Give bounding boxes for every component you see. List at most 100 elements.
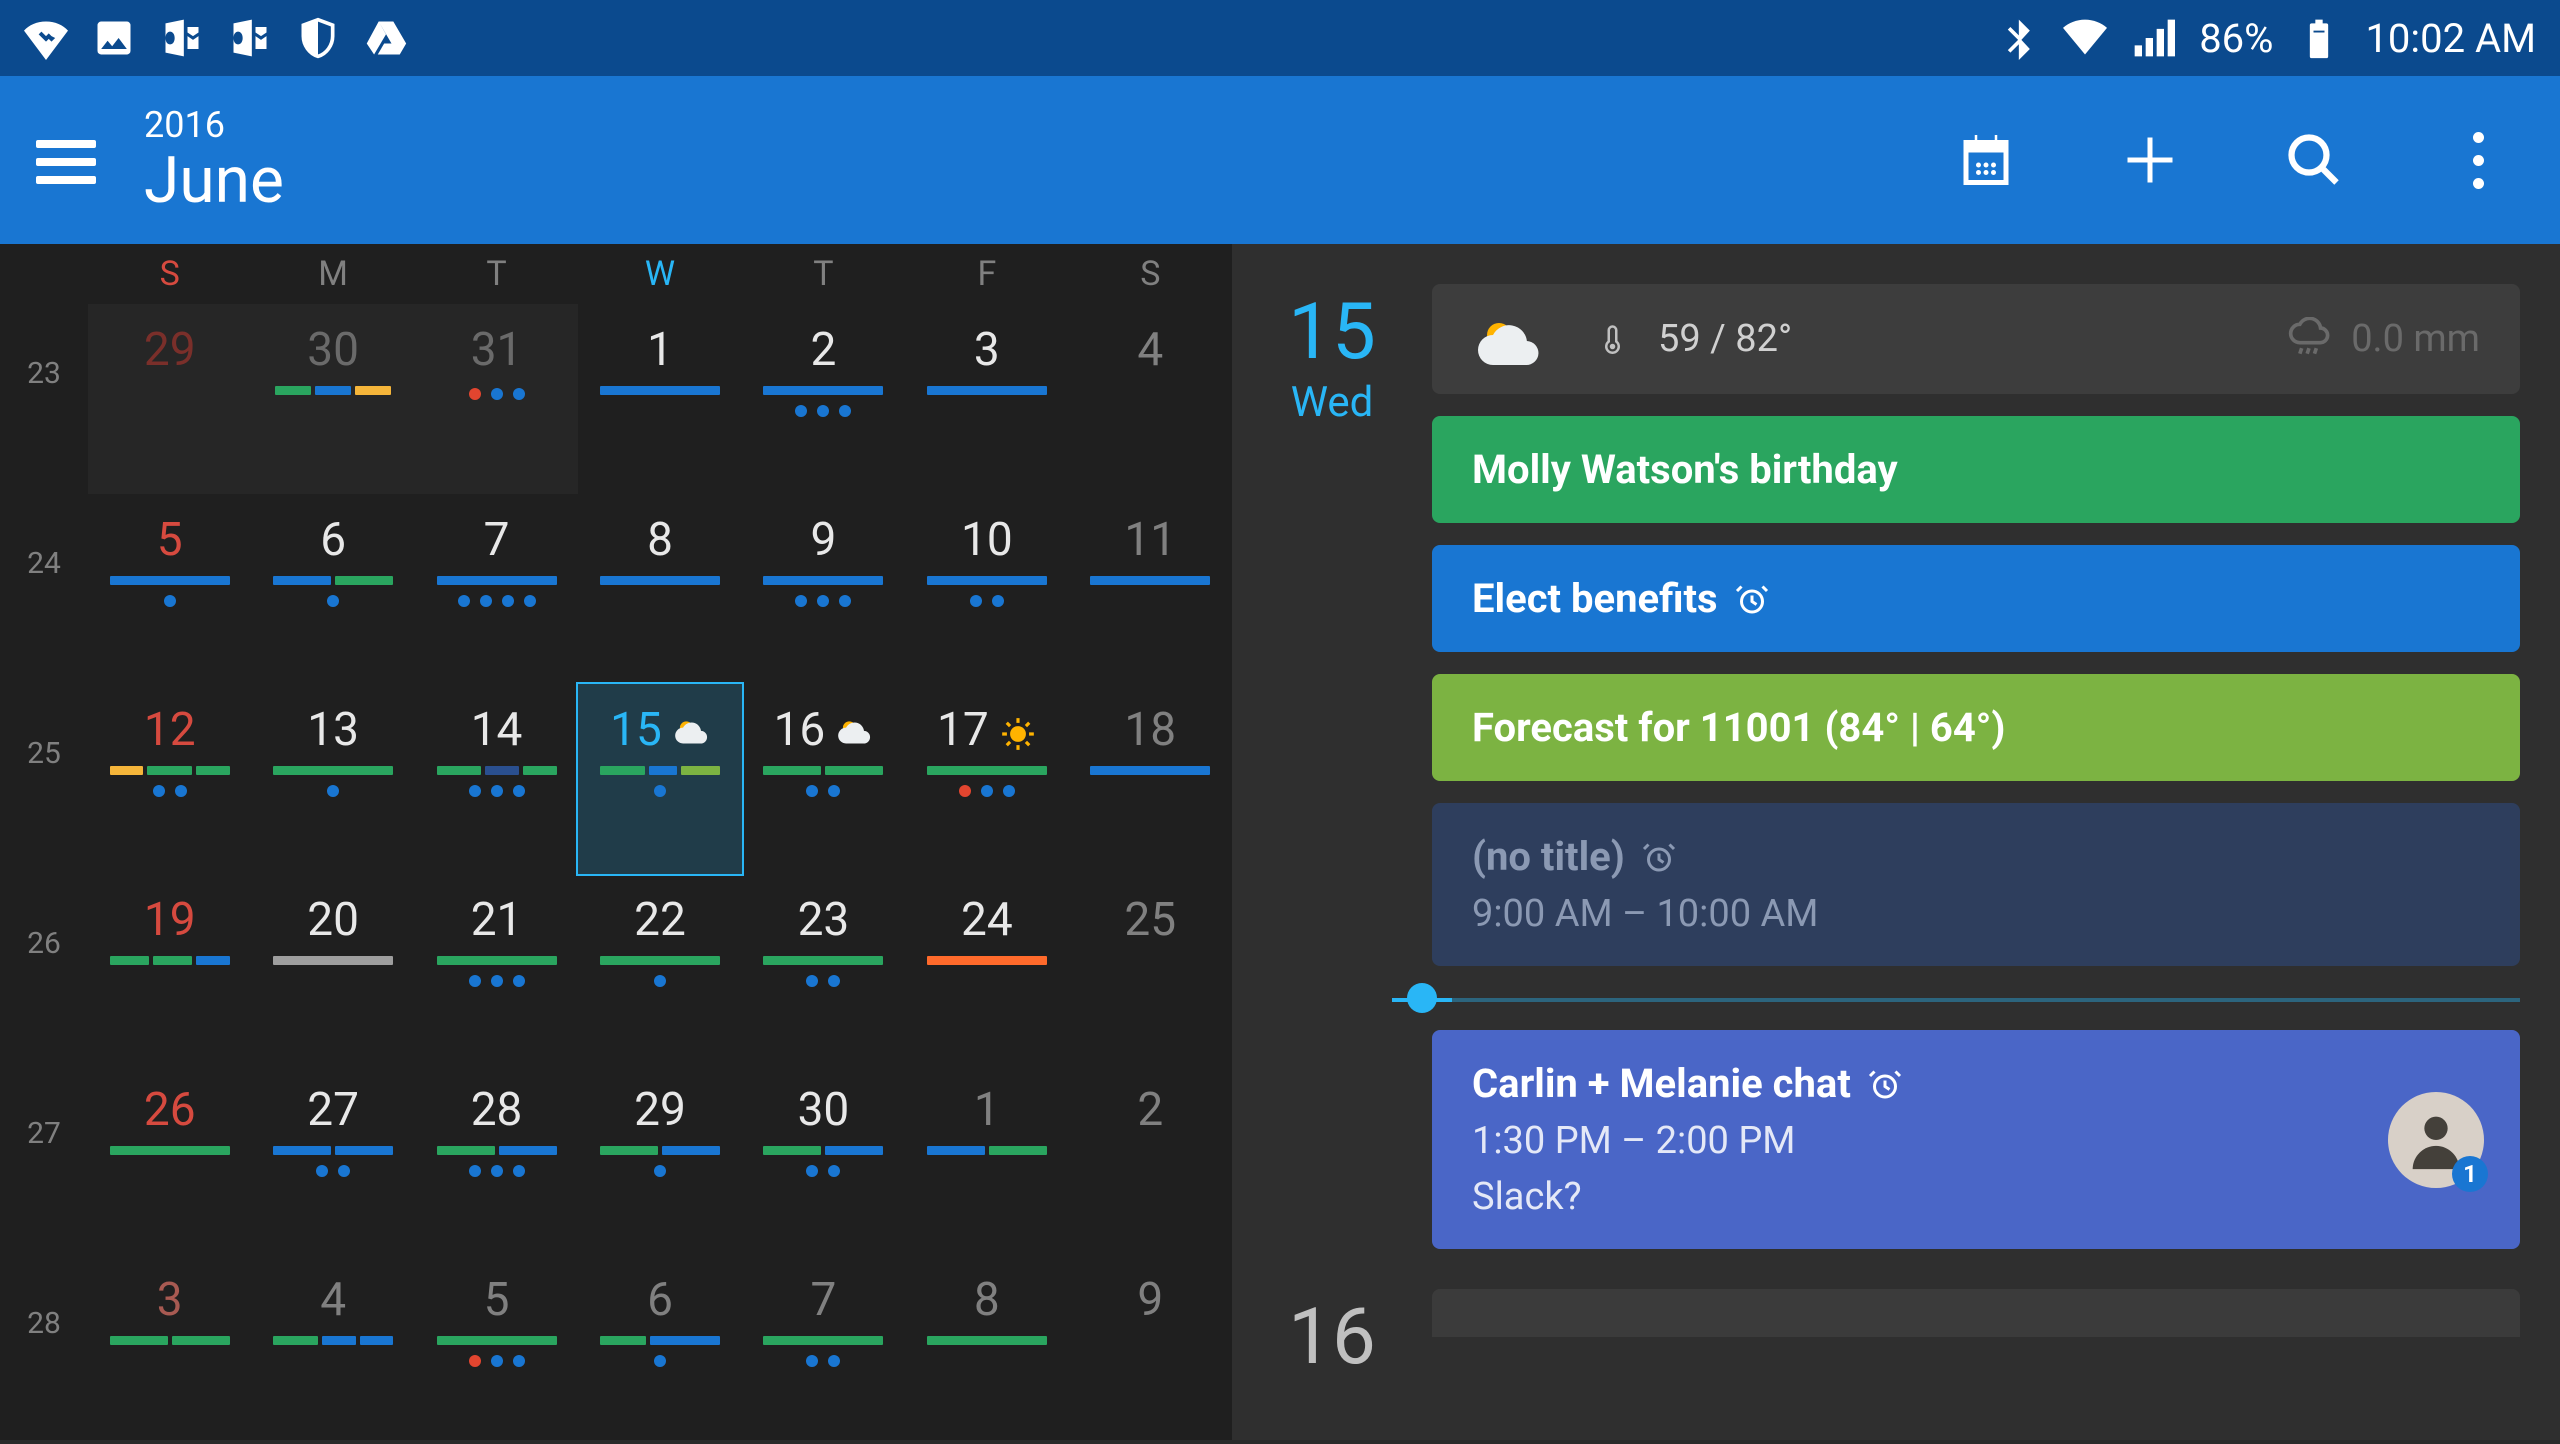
day-cell[interactable]: 19 xyxy=(88,874,251,1064)
day-cell[interactable]: 8 xyxy=(905,1254,1068,1444)
thermometer-icon xyxy=(1600,315,1630,363)
agenda-day-number: 15 xyxy=(1232,294,1432,372)
week-number: 24 xyxy=(0,494,88,684)
day-cell[interactable]: 6 xyxy=(251,494,414,684)
wifi-call-icon xyxy=(24,16,68,60)
title-block[interactable]: 2016 June xyxy=(144,107,284,213)
day-cell[interactable]: 9 xyxy=(742,494,905,684)
day-cell[interactable]: 24 xyxy=(905,874,1068,1064)
day-cell[interactable]: 7 xyxy=(742,1254,905,1444)
event-body: Slack? xyxy=(1472,1175,2480,1219)
dow-label: M xyxy=(251,254,414,294)
day-cell[interactable]: 22 xyxy=(578,874,741,1064)
dow-label: W xyxy=(578,254,741,294)
add-button[interactable] xyxy=(2120,130,2180,190)
day-cell[interactable]: 20 xyxy=(251,874,414,1064)
day-cell[interactable]: 2 xyxy=(742,304,905,494)
day-cell[interactable]: 28 xyxy=(415,1064,578,1254)
event-time: 9:00 AM – 10:00 AM xyxy=(1472,892,2480,936)
weather-icon xyxy=(1472,311,1544,367)
day-cell[interactable]: 16 xyxy=(742,684,905,874)
app-bar: 2016 June xyxy=(0,76,2560,244)
alarm-icon xyxy=(1734,581,1770,617)
battery-percent: 86% xyxy=(2199,15,2273,62)
clock-time: 10:02 AM xyxy=(2365,15,2536,62)
day-cell[interactable]: 7 xyxy=(415,494,578,684)
outlook-icon xyxy=(160,16,204,60)
day-cell[interactable]: 1 xyxy=(578,304,741,494)
battery-icon xyxy=(2297,16,2341,60)
event-card[interactable]: Molly Watson's birthday xyxy=(1432,416,2520,523)
today-button[interactable] xyxy=(1956,130,2016,190)
dow-label: S xyxy=(1069,254,1232,294)
week-number: 25 xyxy=(0,684,88,874)
weather-mini-icon xyxy=(835,711,873,749)
day-cell[interactable]: 29 xyxy=(88,304,251,494)
day-cell[interactable]: 23 xyxy=(742,874,905,1064)
avatar-badge: 1 xyxy=(2452,1156,2488,1192)
day-cell[interactable]: 2 xyxy=(1069,1064,1232,1254)
event-title: Carlin + Melanie chat xyxy=(1472,1060,1851,1107)
weather-precip: 0.0 mm xyxy=(2351,317,2480,361)
event-title: (no title) xyxy=(1472,833,1625,880)
week-number: 23 xyxy=(0,304,88,494)
day-cell[interactable]: 11 xyxy=(1069,494,1232,684)
weather-temp: 59 / 82° xyxy=(1658,317,1792,361)
menu-button[interactable] xyxy=(36,130,96,190)
day-cell[interactable]: 8 xyxy=(578,494,741,684)
now-indicator xyxy=(1392,994,2520,1002)
day-cell[interactable]: 27 xyxy=(251,1064,414,1254)
day-cell[interactable]: 3 xyxy=(905,304,1068,494)
bluetooth-icon xyxy=(1995,16,2039,60)
day-cell[interactable]: 15 xyxy=(578,684,741,874)
day-cell[interactable]: 30 xyxy=(251,304,414,494)
day-cell[interactable]: 14 xyxy=(415,684,578,874)
weather-mini-icon xyxy=(999,711,1037,749)
dow-label: T xyxy=(742,254,905,294)
day-cell[interactable]: 4 xyxy=(251,1254,414,1444)
shield-icon xyxy=(296,16,340,60)
outlook-icon-2 xyxy=(228,16,272,60)
precip-icon xyxy=(2287,317,2331,361)
day-cell[interactable]: 1 xyxy=(905,1064,1068,1254)
event-time: 1:30 PM – 2:00 PM xyxy=(1472,1119,2480,1163)
day-cell[interactable]: 18 xyxy=(1069,684,1232,874)
title-month: June xyxy=(144,149,284,213)
day-cell[interactable]: 12 xyxy=(88,684,251,874)
event-title: Forecast for 11001 (84° | 64°) xyxy=(1472,704,2005,751)
day-cell[interactable]: 25 xyxy=(1069,874,1232,1064)
day-cell[interactable]: 26 xyxy=(88,1064,251,1254)
search-button[interactable] xyxy=(2284,130,2344,190)
day-cell[interactable]: 29 xyxy=(578,1064,741,1254)
drive-icon xyxy=(364,16,408,60)
day-cell[interactable]: 21 xyxy=(415,874,578,1064)
day-cell[interactable]: 30 xyxy=(742,1064,905,1254)
dow-label: S xyxy=(88,254,251,294)
day-cell[interactable]: 5 xyxy=(88,494,251,684)
week-number: 26 xyxy=(0,874,88,1064)
event-card[interactable]: Elect benefits xyxy=(1432,545,2520,652)
event-card[interactable]: Carlin + Melanie chat 1:30 PM – 2:00 PM S… xyxy=(1432,1030,2520,1249)
event-card[interactable]: (no title) 9:00 AM – 10:00 AM xyxy=(1432,803,2520,966)
agenda-day-name: Wed xyxy=(1232,378,1432,427)
agenda-next-day-number: 16 xyxy=(1232,1299,1432,1377)
day-cell[interactable]: 9 xyxy=(1069,1254,1232,1444)
dow-label: F xyxy=(905,254,1068,294)
avatar: 1 xyxy=(2388,1092,2484,1188)
title-year: 2016 xyxy=(144,107,284,143)
dow-label: T xyxy=(415,254,578,294)
image-icon xyxy=(92,16,136,60)
day-cell[interactable]: 13 xyxy=(251,684,414,874)
day-cell[interactable]: 31 xyxy=(415,304,578,494)
signal-icon xyxy=(2131,16,2175,60)
day-cell[interactable]: 4 xyxy=(1069,304,1232,494)
day-cell[interactable]: 6 xyxy=(578,1254,741,1444)
day-cell[interactable]: 3 xyxy=(88,1254,251,1444)
day-cell[interactable]: 17 xyxy=(905,684,1068,874)
day-cell[interactable]: 5 xyxy=(415,1254,578,1444)
agenda-next-peek[interactable] xyxy=(1432,1289,2520,1337)
weather-card[interactable]: 59 / 82° 0.0 mm xyxy=(1432,284,2520,394)
overflow-button[interactable] xyxy=(2448,130,2508,190)
event-card[interactable]: Forecast for 11001 (84° | 64°) xyxy=(1432,674,2520,781)
day-cell[interactable]: 10 xyxy=(905,494,1068,684)
